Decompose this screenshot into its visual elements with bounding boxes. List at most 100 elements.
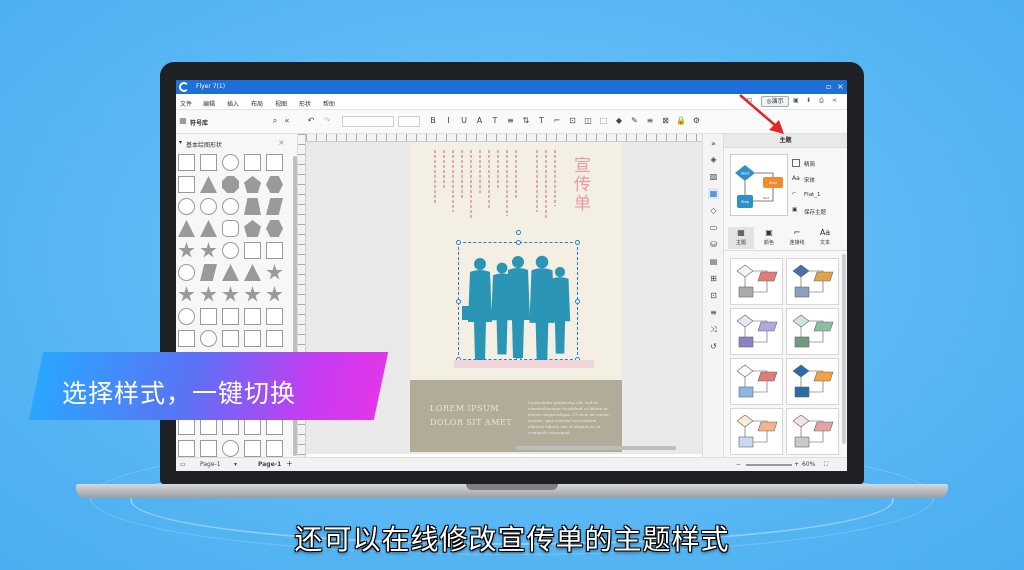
theme-card[interactable] — [730, 308, 783, 355]
page-tab[interactable]: Page-1 — [258, 461, 281, 468]
library-shape[interactable] — [266, 286, 283, 302]
theme-icon[interactable]: ▦ — [708, 188, 719, 199]
save-theme-button[interactable]: 保存主题 — [804, 208, 826, 216]
library-shape[interactable] — [244, 198, 261, 215]
library-shape[interactable] — [222, 220, 239, 237]
fill-icon[interactable]: ◈ — [708, 154, 719, 165]
zoom-in-icon[interactable]: + — [794, 461, 799, 468]
library-shape[interactable] — [244, 220, 261, 237]
frame-icon[interactable]: ⬚ — [599, 116, 609, 126]
italic-icon[interactable]: I — [444, 116, 454, 126]
comment-icon[interactable]: ▭ — [708, 222, 719, 233]
library-shape[interactable] — [244, 440, 261, 457]
library-shape[interactable] — [178, 308, 195, 325]
library-shape[interactable] — [200, 176, 217, 193]
line-color-icon[interactable]: ✎ — [630, 116, 640, 126]
redo-icon[interactable]: ↷ — [322, 116, 332, 126]
resize-handle[interactable] — [516, 240, 521, 245]
canvas-scrollbar[interactable] — [516, 446, 676, 450]
library-shape[interactable] — [200, 286, 217, 302]
fit-icon[interactable]: ⛶ — [824, 461, 828, 469]
page-view-icon[interactable]: ▭ — [180, 461, 186, 468]
share-icon[interactable]: ⋖ — [832, 97, 837, 107]
menu-insert[interactable]: 插入 — [227, 99, 239, 108]
text-style-icon[interactable]: T — [490, 116, 500, 126]
menu-shape[interactable]: 形状 — [299, 99, 311, 108]
library-shape[interactable] — [244, 308, 261, 325]
tab-color[interactable]: ▣ 颜色 — [756, 227, 782, 249]
flyer-title[interactable]: 宣传单 — [568, 156, 593, 213]
library-shape[interactable] — [200, 198, 217, 215]
library-shape[interactable] — [222, 264, 239, 281]
library-shape[interactable] — [200, 330, 217, 347]
menu-layout[interactable]: 布局 — [251, 99, 263, 108]
chevron-down-icon[interactable]: ▾ — [179, 139, 182, 146]
tab-connector[interactable]: ⌐ 连接线 — [784, 227, 810, 249]
library-shape[interactable] — [200, 440, 217, 457]
library-shape[interactable] — [178, 220, 195, 237]
library-shape[interactable] — [178, 198, 195, 215]
resize-handle[interactable] — [575, 299, 580, 304]
theme-panel-scrollbar[interactable] — [842, 254, 846, 444]
save-icon[interactable]: ▣ — [793, 97, 799, 107]
layers-icon[interactable]: ◇ — [708, 205, 719, 216]
library-shape[interactable] — [266, 154, 283, 171]
text-box-icon[interactable]: T — [537, 116, 547, 126]
library-shape[interactable] — [222, 242, 239, 259]
download-icon[interactable]: ⬇ — [806, 97, 811, 107]
zoom-slider[interactable] — [746, 464, 792, 466]
font-family-select[interactable] — [342, 116, 394, 127]
bold-icon[interactable]: B — [428, 116, 438, 126]
library-shape[interactable] — [200, 308, 217, 325]
page-icon[interactable]: ▤ — [708, 256, 719, 267]
line-style-icon[interactable]: ≡ — [645, 116, 655, 126]
attachment-icon[interactable]: ⊡ — [708, 290, 719, 301]
flyer-page[interactable]: 宣传单 LOREM IPSUM DOLOR SIT AMET Consectet… — [410, 142, 622, 452]
close-icon[interactable]: × — [278, 138, 285, 147]
library-shape[interactable] — [222, 418, 239, 435]
library-shape[interactable] — [222, 330, 239, 347]
align-icon[interactable]: ≡ — [506, 116, 516, 126]
library-shape[interactable] — [222, 308, 239, 325]
line-spacing-icon[interactable]: ⇅ — [521, 116, 531, 126]
menu-help[interactable]: 帮助 — [323, 99, 335, 108]
library-shape[interactable] — [178, 154, 195, 171]
data-icon[interactable]: ⛁ — [708, 239, 719, 250]
library-shape[interactable] — [266, 242, 283, 259]
fill-color-icon[interactable]: ◆ — [614, 116, 624, 126]
library-shape[interactable] — [200, 264, 217, 281]
crop-icon[interactable]: ⊠ — [661, 116, 671, 126]
settings-icon[interactable]: ⚙ — [692, 116, 702, 126]
library-shape[interactable] — [266, 198, 283, 215]
print-icon[interactable]: ⎙ — [819, 97, 824, 107]
library-shape[interactable] — [178, 286, 195, 302]
org-icon[interactable]: ⊞ — [708, 273, 719, 284]
library-shape[interactable] — [266, 176, 283, 193]
theme-card[interactable] — [786, 258, 839, 305]
library-shape[interactable] — [178, 176, 195, 193]
library-shape[interactable] — [244, 154, 261, 171]
resize-handle[interactable] — [456, 240, 461, 245]
library-shape[interactable] — [266, 220, 283, 237]
library-shape[interactable] — [222, 198, 239, 215]
underline-icon[interactable]: U — [459, 116, 469, 126]
collapse-left-icon[interactable]: « — [282, 116, 292, 126]
zoom-level[interactable]: 60% — [802, 461, 815, 468]
maximize-icon[interactable]: ▫ — [826, 81, 831, 93]
library-shape[interactable] — [178, 418, 195, 435]
library-shape[interactable] — [244, 242, 261, 259]
theme-card[interactable] — [730, 408, 783, 455]
library-shape[interactable] — [222, 440, 239, 457]
zoom-out-icon[interactable]: − — [736, 461, 741, 468]
library-shape[interactable] — [200, 418, 217, 435]
library-shape[interactable] — [266, 418, 283, 435]
library-shape[interactable] — [200, 154, 217, 171]
library-shape[interactable] — [222, 154, 239, 171]
theme-card[interactable] — [786, 408, 839, 455]
library-shape[interactable] — [266, 308, 283, 325]
group-icon[interactable]: ◫ — [583, 116, 593, 126]
expand-panel-icon[interactable]: » — [708, 138, 719, 149]
history-icon[interactable]: ↺ — [708, 341, 719, 352]
library-shape[interactable] — [244, 264, 261, 281]
shape-style-icon[interactable]: ⊡ — [568, 116, 578, 126]
